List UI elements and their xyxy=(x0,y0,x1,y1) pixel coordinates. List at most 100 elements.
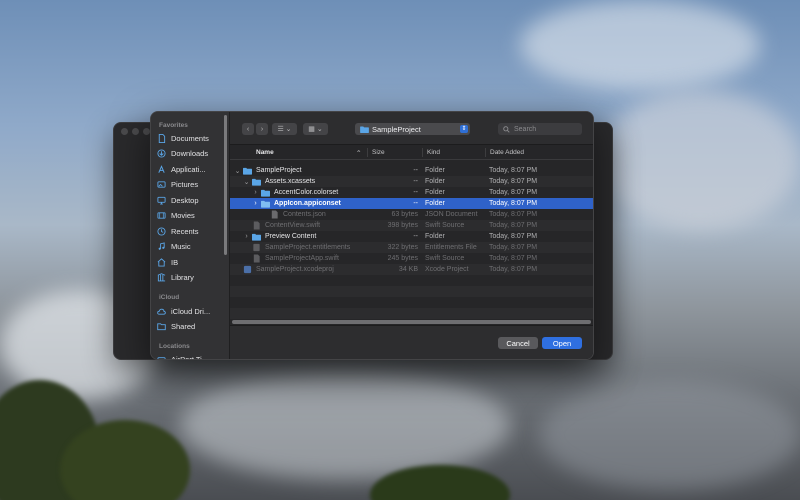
sidebar-item-icloud-dri[interactable]: iCloud Dri... xyxy=(157,304,227,318)
file-kind: Swift Source xyxy=(425,222,465,229)
sidebar-item-ib[interactable]: IB xyxy=(157,255,227,269)
file-row-selected[interactable]: › AppIcon.appiconset -- Folder Today, 8:… xyxy=(230,198,593,209)
file-kind: Entitlements File xyxy=(425,244,477,251)
sidebar-item-recents[interactable]: Recents xyxy=(157,224,227,238)
file-date: Today, 8:07 PM xyxy=(489,178,538,185)
empty-row xyxy=(230,286,593,297)
entitlements-file-icon xyxy=(253,243,260,252)
back-button[interactable]: ‹ xyxy=(242,123,254,135)
sidebar-item-airport-ti[interactable]: AirPort Ti... xyxy=(157,352,227,359)
cancel-button[interactable]: Cancel xyxy=(498,337,538,349)
column-size[interactable]: Size xyxy=(368,145,423,160)
sidebar-item-pictures[interactable]: Pictures xyxy=(157,178,227,192)
file-name: ContentView.swift xyxy=(265,222,321,229)
close-window-button[interactable] xyxy=(121,128,128,135)
disclosure-expanded-icon[interactable]: ⌄ xyxy=(243,178,250,186)
empty-row xyxy=(230,297,593,308)
open-button[interactable]: Open xyxy=(542,337,582,349)
path-label: SampleProject xyxy=(372,124,421,134)
window-controls[interactable] xyxy=(121,128,150,135)
pictures-icon xyxy=(157,181,166,188)
sidebar: Favorites Documents Downloads Applicati...… xyxy=(151,112,230,359)
search-icon xyxy=(503,125,510,133)
disclosure-collapsed-icon[interactable]: › xyxy=(252,189,259,196)
file-kind: Folder xyxy=(425,178,445,185)
file-size: -- xyxy=(413,200,418,207)
sidebar-item-label: Desktop xyxy=(171,195,199,205)
file-row[interactable]: SampleProjectApp.swift 245 bytes Swift S… xyxy=(230,253,593,264)
file-size: 34 KB xyxy=(398,266,418,273)
movies-icon xyxy=(157,212,166,219)
file-size: -- xyxy=(413,233,418,240)
column-header: Name ⌃ Size Kind Date Added xyxy=(230,145,593,160)
file-date: Today, 8:07 PM xyxy=(489,211,538,218)
disclosure-collapsed-icon[interactable]: › xyxy=(252,200,259,207)
file-row[interactable]: SampleProject.xcodeproj 34 KB Xcode Proj… xyxy=(230,264,593,275)
column-date-label: Date Added xyxy=(490,149,524,156)
download-icon xyxy=(157,149,166,158)
list-view-button[interactable]: ☰ ⌄ xyxy=(272,123,297,135)
sidebar-item-label: Movies xyxy=(171,211,195,220)
zoom-window-button[interactable] xyxy=(143,128,150,135)
file-kind: Folder xyxy=(425,200,445,207)
cloud-icon xyxy=(157,308,166,315)
sidebar-item-shared[interactable]: Shared xyxy=(157,320,227,334)
sidebar-item-library[interactable]: Library xyxy=(157,271,227,285)
file-size: -- xyxy=(413,167,418,174)
sidebar-scrollbar[interactable] xyxy=(224,115,227,255)
group-view-button[interactable]: ▦ ⌄ xyxy=(303,123,328,135)
disclosure-collapsed-icon[interactable]: › xyxy=(243,233,250,240)
file-size: 398 bytes xyxy=(387,222,418,229)
file-name: AppIcon.appiconset xyxy=(274,200,341,207)
folder-icon xyxy=(360,125,369,133)
file-row[interactable]: ⌄ Assets.xcassets -- Folder Today, 8:07 … xyxy=(230,176,593,187)
search-field[interactable]: Search xyxy=(498,123,582,135)
file-name: AccentColor.colorset xyxy=(274,189,339,196)
forward-button[interactable]: › xyxy=(256,123,268,135)
desktop-icon xyxy=(157,196,166,205)
swift-file-icon xyxy=(253,221,260,230)
sidebar-item-label: Shared xyxy=(171,322,196,331)
sidebar-item-music[interactable]: Music xyxy=(157,240,227,254)
file-row[interactable]: Contents.json 63 bytes JSON Document Tod… xyxy=(230,209,593,220)
file-name: Preview Content xyxy=(265,233,317,240)
file-name: SampleProjectApp.swift xyxy=(265,255,339,262)
sidebar-item-documents[interactable]: Documents xyxy=(157,131,227,145)
path-popup[interactable]: SampleProject ⇕ xyxy=(355,123,470,135)
file-date: Today, 8:07 PM xyxy=(489,244,538,251)
column-name[interactable]: Name ⌃ xyxy=(252,145,362,160)
open-file-dialog: Favorites Documents Downloads Applicati...… xyxy=(150,111,594,360)
minimize-window-button[interactable] xyxy=(132,128,139,135)
sort-chevron-icon: ⌃ xyxy=(356,149,362,157)
folder-icon xyxy=(252,178,261,186)
file-row[interactable]: › Preview Content -- Folder Today, 8:07 … xyxy=(230,231,593,242)
sidebar-item-label: Downloads xyxy=(171,149,209,158)
sidebar-item-downloads[interactable]: Downloads xyxy=(157,147,227,161)
file-row[interactable]: SampleProject.entitlements 322 bytes Ent… xyxy=(230,242,593,253)
file-row[interactable]: ⌄ SampleProject -- Folder Today, 8:07 PM xyxy=(230,165,593,176)
empty-row xyxy=(230,308,593,319)
sidebar-item-desktop[interactable]: Desktop xyxy=(157,193,227,207)
column-date[interactable]: Date Added xyxy=(486,145,586,160)
file-date: Today, 8:07 PM xyxy=(489,255,538,262)
xcode-project-icon xyxy=(243,265,252,274)
sidebar-item-label: iCloud Dri... xyxy=(171,306,211,316)
file-date: Today, 8:07 PM xyxy=(489,189,538,196)
file-date: Today, 8:07 PM xyxy=(489,266,538,273)
disk-icon xyxy=(157,356,166,359)
file-row[interactable]: › AccentColor.colorset -- Folder Today, … xyxy=(230,187,593,198)
disclosure-expanded-icon[interactable]: ⌄ xyxy=(234,167,241,175)
column-kind[interactable]: Kind xyxy=(423,145,483,160)
home-icon xyxy=(157,257,166,267)
file-date: Today, 8:07 PM xyxy=(489,222,538,229)
folder-icon xyxy=(243,167,252,175)
sidebar-section-locations: Locations xyxy=(159,343,190,350)
horizontal-scrollbar[interactable] xyxy=(232,320,591,324)
file-row[interactable]: ContentView.swift 398 bytes Swift Source… xyxy=(230,220,593,231)
sidebar-item-movies[interactable]: Movies xyxy=(157,209,227,223)
file-kind: JSON Document xyxy=(425,211,478,218)
sidebar-item-label: AirPort Ti... xyxy=(171,354,209,360)
sidebar-item-applicati[interactable]: Applicati... xyxy=(157,162,227,176)
sidebar-item-label: IB xyxy=(171,257,179,267)
column-name-label: Name xyxy=(256,149,274,156)
